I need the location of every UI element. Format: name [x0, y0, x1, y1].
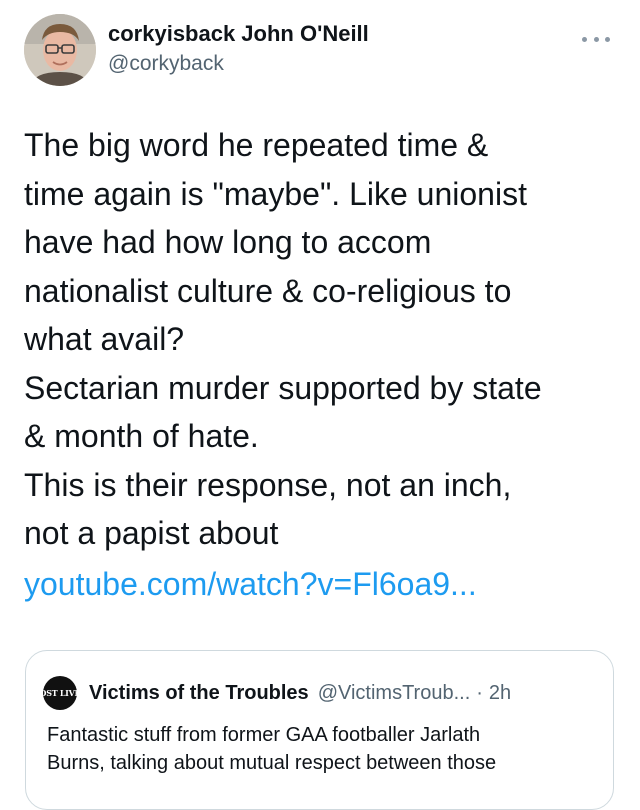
tweet-text-line: not a papist about — [24, 515, 279, 551]
author-names: corkyisback John O'Neill @corkyback — [108, 20, 369, 78]
avatar-photo-icon — [24, 14, 96, 86]
tweet-text-line: time again is "maybe". Like unionist — [24, 175, 527, 212]
tweet-text-line: what avail? — [24, 321, 185, 357]
quoted-display-name[interactable]: Victims of the Troubles — [89, 682, 309, 705]
tweet-text-line: nationalist culture & co-religious to — [24, 272, 512, 309]
tweet-text-line: & month of hate. — [24, 418, 259, 454]
quoted-avatar-label: LOST LIVES — [43, 688, 77, 698]
author-handle[interactable]: @corkyback — [108, 50, 369, 78]
quoted-text-line: Fantastic stuff from former GAA football… — [47, 724, 481, 746]
quoted-text-line: Burns, talking about mutual respect betw… — [47, 752, 497, 774]
tweet-text-line: This is their response, not an inch, — [24, 466, 512, 503]
quoted-handle[interactable]: @VictimsTroub... — [318, 682, 471, 705]
quoted-separator: · — [476, 681, 483, 704]
tweet-header: corkyisback John O'Neill @corkyback — [24, 14, 616, 86]
more-options-icon[interactable] — [582, 34, 610, 44]
tweet-text: The big word he repeated time & time aga… — [24, 121, 624, 558]
quoted-timestamp[interactable]: 2h — [489, 682, 511, 705]
author-avatar[interactable] — [24, 14, 96, 86]
quoted-tweet-header: LOST LIVES Victims of the Troubles @Vict… — [43, 676, 511, 710]
more-dot — [605, 36, 610, 42]
quoted-tweet-card[interactable]: LOST LIVES Victims of the Troubles @Vict… — [25, 650, 614, 810]
youtube-link[interactable]: youtube.com/watch?v=Fl6oa9... — [24, 560, 477, 608]
more-dot — [593, 36, 599, 42]
tweet-text-line: The big word he repeated time & — [24, 127, 489, 163]
author-display-name[interactable]: corkyisback John O'Neill — [108, 20, 369, 48]
quoted-tweet-text: Fantastic stuff from former GAA football… — [47, 721, 607, 777]
more-dot — [582, 36, 587, 42]
tweet-text-line: have had how long to accom — [24, 224, 432, 260]
tweet-text-line: Sectarian murder supported by state — [24, 369, 542, 406]
lost-lives-logo-icon[interactable]: LOST LIVES — [43, 676, 77, 710]
tweet: corkyisback John O'Neill @corkyback The … — [0, 0, 640, 810]
